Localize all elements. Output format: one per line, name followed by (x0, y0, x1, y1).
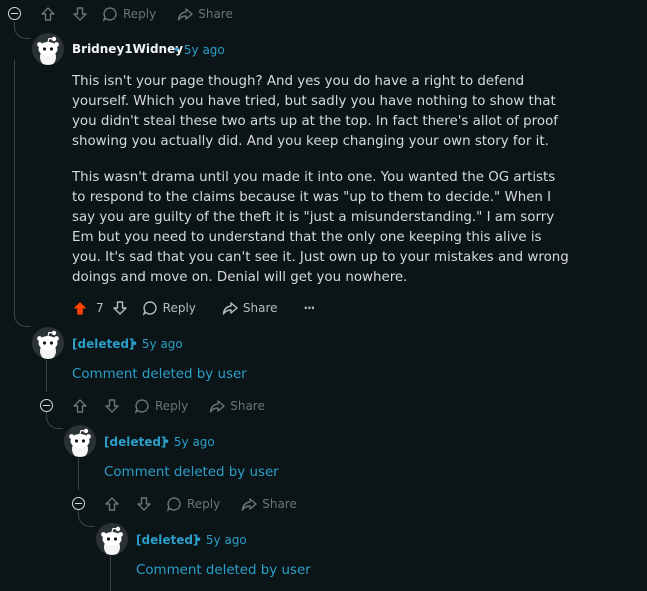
comment-paragraph: This wasn't drama until you made it into… (72, 170, 569, 285)
thread-elbow (14, 22, 31, 39)
separator-dot: • (131, 337, 142, 351)
timestamp-text: 5y ago (205, 533, 247, 547)
deleted-comment-text: Comment deleted by user (136, 563, 311, 578)
comment-timestamp[interactable]: • 5y ago (131, 337, 183, 351)
vote-count-text: 7 (96, 301, 104, 315)
thread-line (14, 60, 15, 316)
thread-line (78, 458, 79, 490)
more-options-button[interactable]: ··· (303, 301, 316, 315)
thread-elbow (46, 412, 63, 429)
timestamp-text: 5y ago (183, 43, 225, 57)
comment-author[interactable]: Bridney1Widney (72, 42, 183, 56)
collapse-thread-button[interactable] (8, 7, 21, 20)
reply-button[interactable]: Reply (166, 496, 220, 512)
comment-icon (134, 399, 149, 414)
share-button[interactable]: Share (241, 496, 297, 512)
timestamp-text: 5y ago (141, 337, 183, 351)
thread-elbow (14, 310, 31, 327)
downvote-icon (112, 301, 127, 315)
comment-action-bar: 7 Reply Share ··· (72, 298, 316, 318)
snoo-avatar-icon (96, 523, 128, 555)
upvote-button[interactable] (72, 398, 88, 414)
comment-author: [deleted] (136, 533, 199, 547)
snoo-avatar-icon (32, 33, 64, 65)
top-action-bar: Reply Share (40, 4, 233, 24)
comment-timestamp[interactable]: • 5y ago (173, 43, 225, 57)
share-icon (242, 498, 257, 511)
upvote-button[interactable] (104, 496, 120, 512)
upvote-icon (73, 399, 87, 413)
separator-dot: • (195, 533, 206, 547)
comment-author: [deleted] (72, 337, 135, 351)
share-icon (210, 400, 225, 413)
downvote-icon (73, 7, 87, 21)
upvote-filled-icon (73, 302, 87, 315)
reply-label: Reply (187, 497, 221, 511)
collapse-thread-button[interactable] (40, 399, 53, 412)
thread-line (110, 556, 111, 591)
downvote-icon (105, 399, 119, 413)
share-button[interactable]: Share (222, 300, 278, 316)
thread-elbow (78, 510, 95, 527)
upvote-icon (105, 497, 119, 511)
separator-dot: • (163, 435, 174, 449)
comment-timestamp[interactable]: • 5y ago (195, 533, 247, 547)
separator-dot: • (173, 43, 184, 57)
downvote-button[interactable] (104, 398, 120, 414)
upvote-icon (41, 7, 55, 21)
avatar[interactable] (64, 425, 96, 457)
downvote-icon (137, 497, 151, 511)
reply-button[interactable]: Reply (142, 300, 196, 316)
collapse-thread-button[interactable] (72, 497, 85, 510)
comment-author: [deleted] (104, 435, 167, 449)
share-label: Share (242, 301, 278, 315)
comment-action-bar: Reply Share (72, 396, 265, 416)
share-label: Share (230, 399, 265, 413)
downvote-button[interactable] (72, 6, 88, 22)
share-label: Share (198, 7, 233, 21)
reply-label: Reply (155, 399, 189, 413)
more-options-icon: ··· (303, 301, 316, 315)
comment-action-bar: Reply Share (104, 494, 297, 514)
reply-label: Reply (123, 7, 157, 21)
avatar[interactable] (32, 33, 64, 65)
share-icon (222, 302, 238, 315)
reply-button[interactable]: Reply (102, 6, 156, 22)
vote-count: 7 (96, 301, 104, 315)
reply-label: Reply (162, 301, 196, 315)
snoo-avatar-icon (64, 425, 96, 457)
comment-paragraph: This isn't your page though? And yes you… (72, 74, 558, 149)
comment-icon (166, 497, 181, 512)
upvote-button[interactable] (40, 6, 56, 22)
downvote-button[interactable] (112, 300, 128, 316)
thread-line (46, 360, 47, 392)
avatar[interactable] (32, 327, 64, 359)
share-button[interactable]: Share (177, 6, 233, 22)
share-button[interactable]: Share (209, 398, 265, 414)
avatar[interactable] (96, 523, 128, 555)
share-icon (178, 8, 193, 21)
downvote-button[interactable] (136, 496, 152, 512)
snoo-avatar-icon (32, 327, 64, 359)
comment-icon (102, 7, 117, 22)
timestamp-text: 5y ago (173, 435, 215, 449)
deleted-comment-text: Comment deleted by user (72, 367, 247, 382)
comment-icon (142, 301, 157, 316)
reply-button[interactable]: Reply (134, 398, 188, 414)
share-label: Share (262, 497, 297, 511)
upvote-button[interactable] (72, 300, 88, 316)
comment-timestamp[interactable]: • 5y ago (163, 435, 215, 449)
deleted-comment-text: Comment deleted by user (104, 465, 279, 480)
